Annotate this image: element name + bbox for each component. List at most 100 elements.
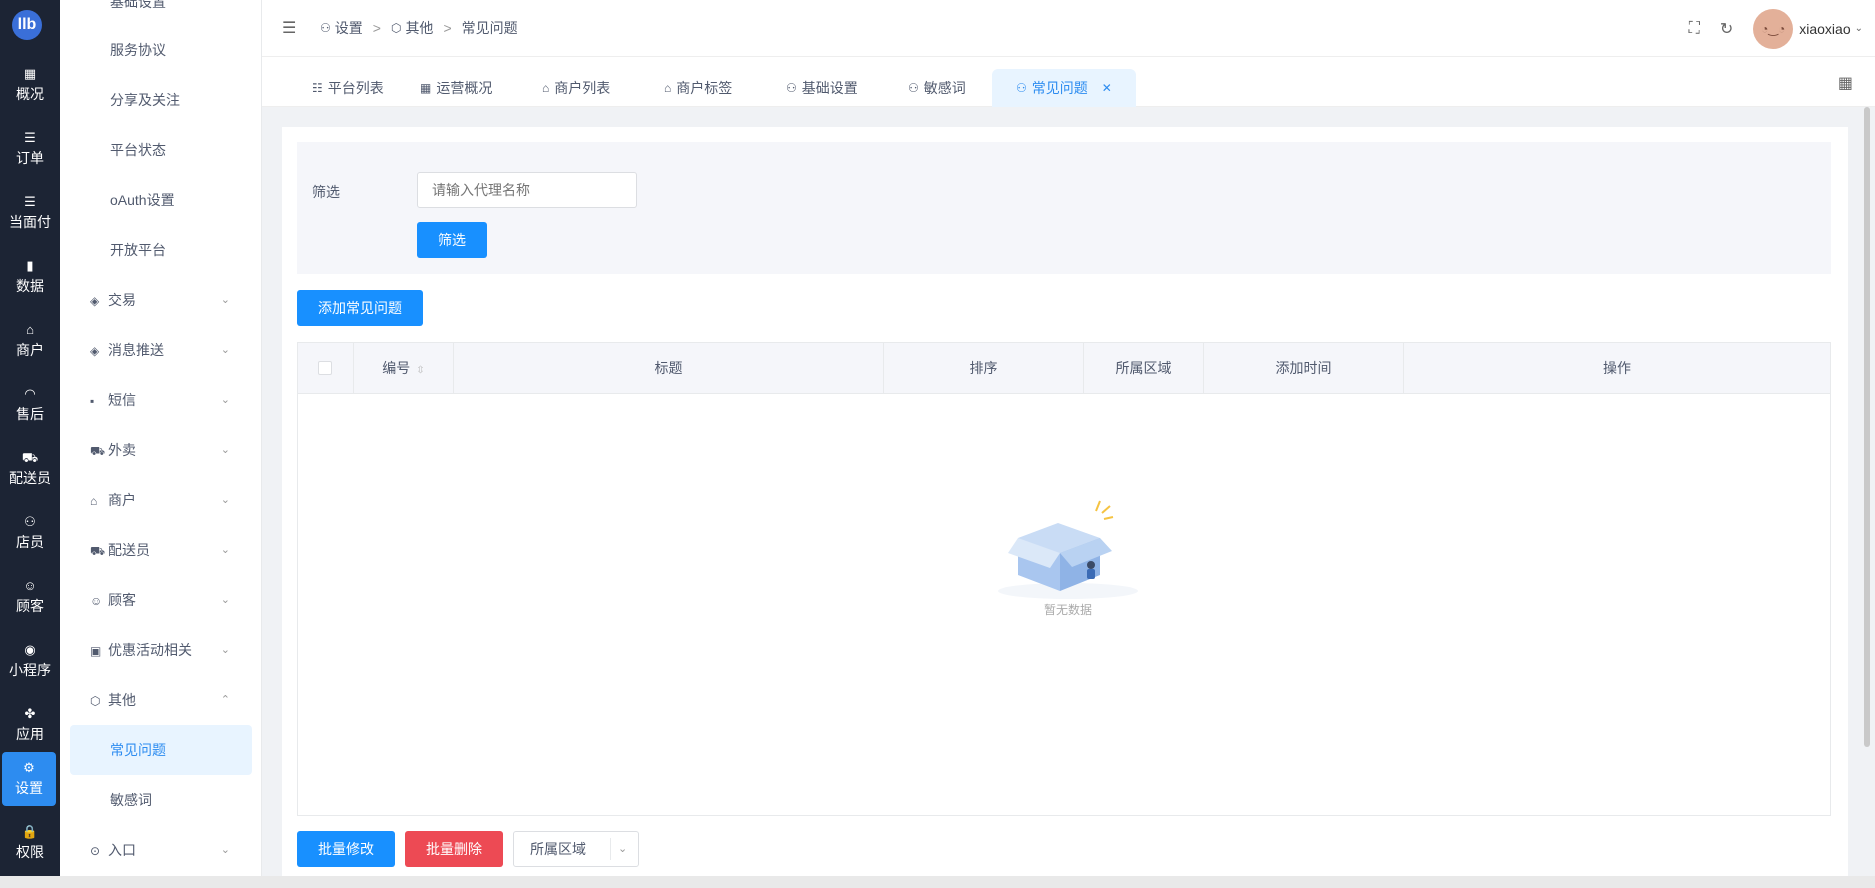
rail-item-order[interactable]: ☰ 订单	[0, 122, 60, 176]
chevron-up-icon: ⌃	[220, 694, 230, 706]
rail-item-pay[interactable]: ☰ 当面付	[0, 186, 60, 240]
chevron-down-icon[interactable]: ⌄	[618, 832, 627, 866]
rail-item-staff[interactable]: ⚇ 店员	[0, 506, 60, 560]
filter-button[interactable]: 筛选	[417, 222, 487, 258]
select-all-checkbox[interactable]	[318, 361, 332, 375]
overview-icon: ▦	[23, 65, 37, 81]
courier-icon: ⛟	[21, 449, 39, 465]
rail-item-data[interactable]: ▮ 数据	[0, 250, 60, 304]
tab-label: 基础设置	[801, 80, 858, 96]
refresh-icon[interactable]: ↻	[1720, 19, 1733, 39]
table-header: 编号 ⇳ 标题 排序 所属区域 添加时间 操作	[298, 343, 1830, 394]
breadcrumb-item[interactable]: 其他	[405, 18, 433, 38]
collapse-menu-icon[interactable]: ☰	[282, 18, 296, 38]
user-settings-icon: ⚇	[320, 21, 331, 35]
rail-item-customer[interactable]: ☺ 顾客	[0, 570, 60, 624]
rail-item-settings[interactable]: ⚙ 设置	[2, 752, 56, 806]
breadcrumb-item[interactable]: 设置	[335, 18, 363, 38]
sidebar-group-label: 优惠活动相关	[108, 642, 192, 658]
logo-icon[interactable]: llb	[12, 10, 42, 40]
sidebar-group-entry[interactable]: ⊙ 入口 ⌄	[90, 840, 261, 860]
rail-item-apps[interactable]: ✤ 应用	[0, 698, 60, 752]
tab-sensitive-words[interactable]: ⚇ 敏感词	[908, 69, 966, 107]
tab-platform-list[interactable]: ☷ 平台列表	[312, 69, 384, 107]
fullscreen-icon[interactable]: ⛶	[1689, 20, 1700, 38]
tab-label: 常见问题	[1031, 80, 1088, 96]
faq-table: 编号 ⇳ 标题 排序 所属区域 添加时间 操作 暂无数据	[297, 342, 1831, 816]
sidebar-group-customer[interactable]: ☺ 顾客 ⌄	[90, 590, 261, 610]
avatar[interactable]: ◔‿◔	[1753, 8, 1794, 49]
rail-item-label: 售后	[16, 405, 44, 422]
rail-item-label: 权限	[16, 843, 44, 860]
sidebar-item-oauth[interactable]: oAuth设置	[110, 190, 175, 210]
breadcrumb-separator: >	[443, 20, 452, 36]
sidebar-group-label: 消息推送	[108, 342, 164, 358]
filter-panel: 筛选 筛选	[297, 142, 1831, 274]
rail-item-aftersale[interactable]: ◠ 售后	[0, 378, 60, 432]
sidebar-group-label: 其他	[108, 692, 136, 708]
user-settings-icon: ⚇	[908, 81, 919, 95]
tabs-menu-icon[interactable]: ▦	[1838, 73, 1853, 93]
sidebar-group-label: 交易	[108, 292, 136, 308]
column-header-order: 排序	[884, 343, 1084, 394]
tab-merchant-list[interactable]: ⌂ 商户列表	[542, 69, 610, 107]
column-header-region: 所属区域	[1084, 343, 1204, 394]
header-actions: ⛶ ↻ ◔‿◔ xiaoxiao ⌄	[1689, 0, 1875, 57]
sidebar-group-label: 入口	[108, 842, 136, 858]
rail-item-miniprogram[interactable]: ◉ 小程序	[0, 634, 60, 688]
rail-item-courier[interactable]: ⛟ 配送员	[0, 442, 60, 496]
sort-icon[interactable]: ⇳	[416, 365, 424, 376]
entry-icon: ⊙	[90, 844, 101, 858]
rail-item-overview[interactable]: ▦ 概况	[0, 58, 60, 112]
sidebar-item-basic-settings[interactable]: 基础设置	[110, 0, 166, 12]
sidebar-group-courier[interactable]: ⛟ 配送员 ⌄	[90, 540, 261, 560]
apps-icon: ✤	[24, 705, 36, 721]
tab-merchant-tags[interactable]: ⌂ 商户标签	[664, 69, 732, 107]
sidebar-item-open-platform[interactable]: 开放平台	[110, 240, 166, 260]
sidebar-group-other[interactable]: ⬡ 其他 ⌃	[90, 690, 261, 710]
top-header: ☰ ⚇ 设置 > ⬡ 其他 > 常见问题 ⛶ ↻ ◔‿◔ xiaoxiao ⌄	[262, 0, 1875, 57]
sidebar-item-faq[interactable]: 常见问题	[110, 740, 166, 760]
sidebar-group-takeout[interactable]: ⛟ 外卖 ⌄	[90, 440, 261, 460]
chevron-down-icon: ⌄	[220, 644, 230, 656]
rail-item-label: 小程序	[9, 661, 51, 678]
region-select[interactable]: 所属区域 ⌄	[513, 831, 639, 867]
sidebar-group-sms[interactable]: ▪ 短信 ⌄	[90, 390, 261, 410]
close-icon[interactable]: ✕	[1102, 69, 1112, 107]
gift-icon: ▣	[90, 644, 102, 658]
breadcrumb-separator: >	[372, 20, 381, 36]
courier-icon: ⛟	[90, 544, 106, 558]
column-header-id[interactable]: 编号 ⇳	[354, 343, 454, 394]
scroll-thumb[interactable]	[1864, 107, 1870, 747]
takeout-icon: ⛟	[90, 444, 106, 458]
sidebar-group-trade[interactable]: ◈ 交易 ⌄	[90, 290, 261, 310]
page-scrollbar[interactable]	[1864, 107, 1872, 747]
sidebar-group-merchant[interactable]: ⌂ 商户 ⌄	[90, 490, 261, 510]
sidebar-item-service-agreement[interactable]: 服务协议	[110, 40, 166, 60]
tab-basic-settings[interactable]: ⚇ 基础设置	[786, 69, 858, 107]
rail-item-permission[interactable]: 🔒 权限	[0, 816, 60, 870]
batch-edit-button[interactable]: 批量修改	[297, 831, 395, 867]
customer-icon: ☺	[23, 577, 37, 593]
rail-item-merchant[interactable]: ⌂ 商户	[0, 314, 60, 368]
trade-icon: ◈	[90, 294, 100, 308]
store-icon: ⌂	[664, 81, 672, 95]
agent-name-input[interactable]	[417, 172, 637, 208]
tab-faq[interactable]: ⚇ 常见问题 ✕	[992, 69, 1136, 107]
sidebar-group-label: 商户	[108, 492, 136, 508]
add-faq-button[interactable]: 添加常见问题	[297, 290, 423, 326]
browser-status-bar	[0, 876, 1875, 888]
sidebar-item-platform-status[interactable]: 平台状态	[110, 140, 166, 160]
rail-item-label: 订单	[16, 149, 44, 166]
sidebar-item-share[interactable]: 分享及关注	[110, 90, 180, 110]
sidebar-item-sensitive-words[interactable]: 敏感词	[110, 790, 152, 810]
sms-icon: ▪	[90, 394, 95, 408]
batch-delete-button[interactable]: 批量删除	[405, 831, 503, 867]
username[interactable]: xiaoxiao	[1799, 21, 1850, 37]
sidebar-group-push[interactable]: ◈ 消息推送 ⌄	[90, 340, 261, 360]
breadcrumb-item-current: 常见问题	[461, 20, 518, 36]
column-header-actions: 操作	[1603, 360, 1631, 376]
chevron-down-icon[interactable]: ⌄	[1855, 23, 1863, 34]
tab-operations-overview[interactable]: ▦ 运营概况	[420, 69, 492, 107]
sidebar-group-promotions[interactable]: ▣ 优惠活动相关 ⌄	[90, 640, 261, 660]
